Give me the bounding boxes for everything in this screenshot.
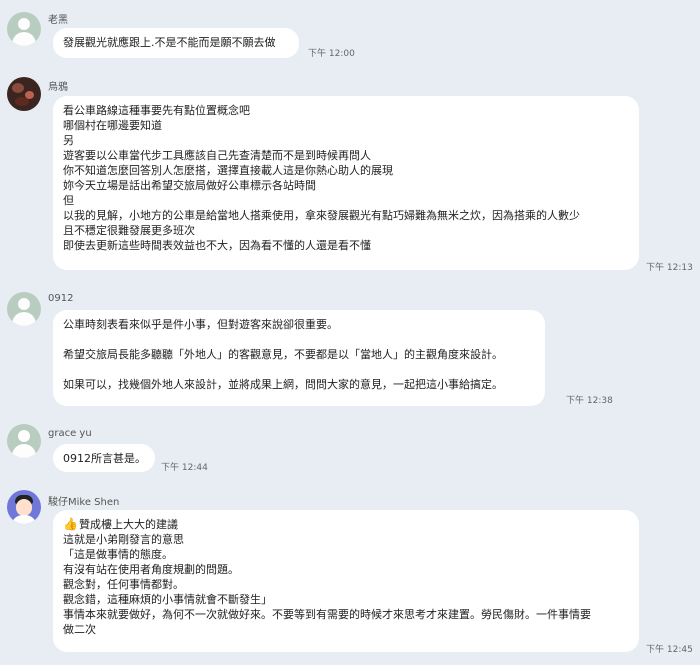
message-line: 但 [63,194,74,207]
default-user-avatar[interactable] [7,424,41,458]
message-time: 下午 12:45 [646,645,693,655]
default-user-avatar[interactable] [7,292,41,326]
message-line: 哪個村在哪邊要知道 [63,119,162,132]
message-line: 發展觀光就應跟上.不是不能而是願不願去做 [63,36,276,49]
message-line: 妳今天立場是話出希望交旅局做好公車標示各站時間 [63,179,316,192]
message-time: 下午 12:00 [308,49,355,59]
message-time: 下午 12:44 [161,463,208,473]
message-line: 且不穩定很難發展更多班次 [63,224,195,237]
chat-message: 駿仔Mike Shen 👍贊成樓上大大的建議 這就是小弟剛發言的意思 「這是做事… [0,490,700,660]
message-line [63,332,535,347]
sender-name: 0912 [48,293,74,304]
message-time: 下午 12:38 [566,396,613,406]
message-line [63,362,535,377]
sender-name: 烏鴉 [48,82,68,93]
message-line: 希望交旅局長能多聽聽「外地人」的客觀意見，不要都是以「當地人」的主觀角度來設計。 [63,348,503,361]
chat-message: 老黑 發展觀光就應跟上.不是不能而是願不願去做 下午 12:00 [0,0,700,60]
message-line: 看公車路線這種事要先有點位置概念吧 [63,104,250,117]
message-bubble: 0912所言甚是。 [53,444,155,472]
chat-message: grace yu 0912所言甚是。 下午 12:44 [0,424,700,474]
message-line-text: 贊成樓上大大的建議 [78,518,178,531]
chat-message: 0912 公車時刻表看來似乎是件小事，但對遊客來說卻很重要。 希望交旅局長能多聽… [0,290,700,408]
message-line: 這就是小弟剛發言的意思 [63,533,184,546]
message-line: 如果可以，找幾個外地人來設計，並將成果上網，問問大家的意見，一起把這小事給搞定。 [63,378,503,391]
message-line: 觀念錯，這種麻煩的小事情就會不斷發生」 [63,593,272,606]
message-bubble: 👍贊成樓上大大的建議 這就是小弟剛發言的意思 「這是做事情的態度。 有沒有站在使… [53,510,639,652]
message-bubble: 公車時刻表看來似乎是件小事，但對遊客來說卻很重要。 希望交旅局長能多聽聽「外地人… [53,310,545,406]
user-avatar[interactable] [7,77,41,111]
message-time: 下午 12:13 [646,263,693,273]
message-line: 即使去更新這些時間表效益也不大，因為看不懂的人還是看不懂 [63,239,371,252]
message-line: 遊客要以公車當代步工具應該自己先查清楚而不是到時候再問人 [63,149,371,162]
default-user-avatar[interactable] [7,12,41,46]
chat-message: 烏鴉 看公車路線這種事要先有點位置概念吧 哪個村在哪邊要知道 另 遊客要以公車當… [0,72,700,277]
message-line: 以我的見解，小地方的公車是給當地人搭乘使用，拿來發展觀光有點巧婦難為無米之炊，因… [63,209,580,222]
message-line: 「這是做事情的態度。 [63,548,173,561]
message-line: 事情本來就要做好，為何不一次就做好來。不要等到有需要的時候才來思考才來建置。勞民… [63,608,591,621]
sender-name: 老黑 [48,15,68,26]
message-line: 做二次 [63,623,96,636]
message-bubble: 發展觀光就應跟上.不是不能而是願不願去做 [53,28,299,58]
message-line: 你不知道怎麼回答別人怎麼搭，選擇直接載人這是你熱心助人的展現 [63,164,393,177]
message-line-with-icon: 👍贊成樓上大大的建議 [63,517,629,532]
thumbs-up-icon: 👍 [63,517,78,531]
sender-name: 駿仔Mike Shen [48,497,120,508]
message-line: 有沒有站在使用者角度規劃的問題。 [63,563,239,576]
message-line: 另 [63,134,74,147]
chat-message-list: 老黑 發展觀光就應跟上.不是不能而是願不願去做 下午 12:00 烏鴉 看公車路… [0,0,700,665]
message-line: 公車時刻表看來似乎是件小事，但對遊客來說卻很重要。 [63,318,338,331]
user-avatar[interactable] [7,490,41,524]
message-bubble: 看公車路線這種事要先有點位置概念吧 哪個村在哪邊要知道 另 遊客要以公車當代步工… [53,96,639,270]
sender-name: grace yu [48,428,92,439]
message-line: 觀念對，任何事情都對。 [63,578,184,591]
message-line: 0912所言甚是。 [63,452,146,465]
